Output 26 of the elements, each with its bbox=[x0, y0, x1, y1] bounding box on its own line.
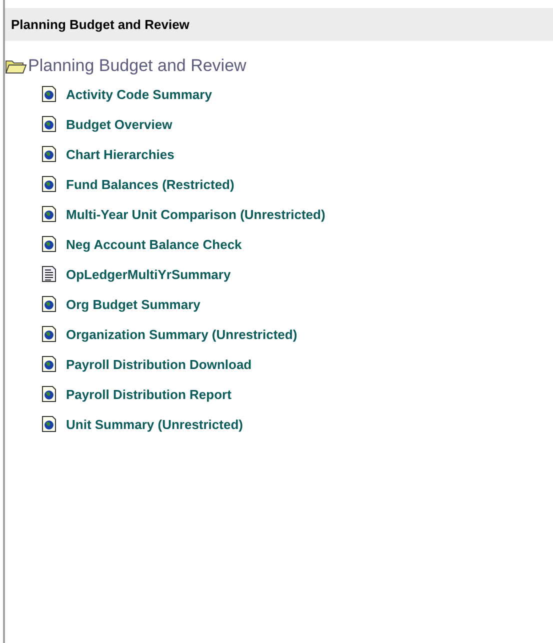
report-link[interactable]: OpLedgerMultiYrSummary bbox=[66, 266, 231, 282]
report-link[interactable]: Organization Summary (Unrestricted) bbox=[66, 326, 298, 342]
report-link[interactable]: Unit Summary (Unrestricted) bbox=[66, 416, 243, 432]
globe-document-icon bbox=[42, 236, 56, 252]
report-link[interactable]: Org Budget Summary bbox=[66, 296, 200, 312]
globe-document-icon bbox=[42, 416, 56, 432]
report-link[interactable]: Neg Account Balance Check bbox=[66, 236, 242, 252]
globe-document-icon bbox=[42, 176, 56, 192]
globe-document-icon bbox=[42, 326, 56, 342]
globe-document-icon bbox=[42, 146, 56, 162]
header-title: Planning Budget and Review bbox=[11, 17, 190, 32]
folder-label[interactable]: Planning Budget and Review bbox=[28, 56, 246, 76]
globe-document-icon bbox=[42, 386, 56, 402]
report-link[interactable]: Multi-Year Unit Comparison (Unrestricted) bbox=[66, 206, 326, 222]
report-link[interactable]: Payroll Distribution Report bbox=[66, 386, 232, 402]
report-link[interactable]: Chart Hierarchies bbox=[66, 146, 174, 162]
globe-document-icon bbox=[42, 116, 56, 132]
report-link[interactable]: Budget Overview bbox=[66, 116, 172, 132]
report-link[interactable]: Payroll Distribution Download bbox=[66, 356, 252, 372]
globe-document-icon bbox=[42, 86, 56, 102]
globe-document-icon bbox=[42, 206, 56, 222]
report-link[interactable]: Fund Balances (Restricted) bbox=[66, 176, 234, 192]
text-document-icon bbox=[42, 266, 56, 282]
globe-document-icon bbox=[42, 356, 56, 372]
report-link[interactable]: Activity Code Summary bbox=[66, 86, 212, 102]
globe-document-icon bbox=[42, 296, 56, 312]
